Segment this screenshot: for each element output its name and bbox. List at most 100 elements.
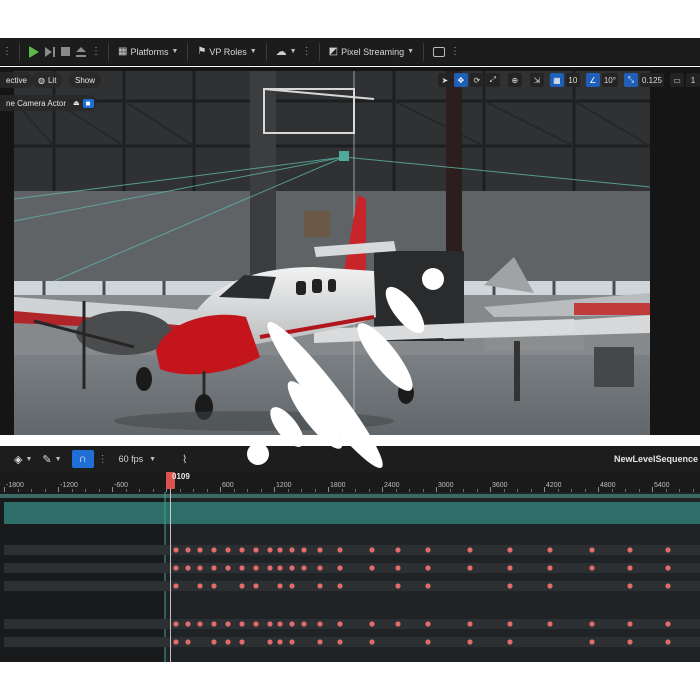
platforms-dropdown[interactable]: ▦ Platforms ▼ <box>115 42 181 62</box>
keyframe[interactable] <box>185 565 191 571</box>
keyframe[interactable] <box>239 565 245 571</box>
keyframe[interactable] <box>369 639 375 645</box>
fps-dropdown[interactable]: 60 fps <box>119 454 144 464</box>
keyframe[interactable] <box>317 639 323 645</box>
grid-snap-value[interactable]: 10 <box>565 73 580 87</box>
keyframe[interactable] <box>301 565 307 571</box>
keyframe[interactable] <box>253 547 259 553</box>
scale-snap-value[interactable]: 0.125 <box>639 73 664 87</box>
play-button[interactable] <box>26 42 42 62</box>
keyframe[interactable] <box>395 583 401 589</box>
rotate-mode-icon[interactable]: ⟳ <box>469 73 484 87</box>
eject-button[interactable] <box>73 42 89 62</box>
keyframe[interactable] <box>369 621 375 627</box>
rotation-snap-icon[interactable]: ∠ <box>585 73 600 87</box>
keyframe[interactable] <box>239 583 245 589</box>
keyframe[interactable] <box>197 621 203 627</box>
keyframe[interactable] <box>173 583 179 589</box>
vp-roles-dropdown[interactable]: ⚑ VP Roles ▼ <box>194 42 259 62</box>
gamepad-button[interactable] <box>430 42 448 62</box>
keyframe[interactable] <box>289 565 295 571</box>
keyframe[interactable] <box>289 639 295 645</box>
keyframe[interactable] <box>337 621 343 627</box>
keyframe[interactable] <box>317 583 323 589</box>
keyframe[interactable] <box>317 547 323 553</box>
keyframe[interactable] <box>337 565 343 571</box>
multi-user-options-menu[interactable]: ⋮ <box>300 46 313 57</box>
keyframe[interactable] <box>277 565 283 571</box>
keyframe[interactable] <box>337 639 343 645</box>
keyframe[interactable] <box>267 639 273 645</box>
keyframe[interactable] <box>665 583 671 589</box>
keyframe[interactable] <box>337 547 343 553</box>
keyframe[interactable] <box>253 583 259 589</box>
magnet-icon[interactable]: ∩ <box>71 450 94 468</box>
scale-snap-icon[interactable]: ⤡ <box>623 73 638 87</box>
keyframe[interactable] <box>627 565 633 571</box>
keyframe[interactable] <box>301 621 307 627</box>
keyframe[interactable] <box>665 639 671 645</box>
keyframe[interactable] <box>277 639 283 645</box>
keyframe[interactable] <box>225 547 231 553</box>
keyframe[interactable] <box>627 639 633 645</box>
keyframe[interactable] <box>507 565 513 571</box>
toolbar-overflow-left[interactable]: ⋮ <box>0 46 13 57</box>
time-ruler[interactable]: -1800-1200-60006001200180024003000360042… <box>0 472 700 492</box>
show-dropdown[interactable]: Show <box>69 72 102 88</box>
keyframe[interactable] <box>369 547 375 553</box>
translate-mode-icon[interactable]: ✥ <box>453 73 468 87</box>
keyframe[interactable] <box>197 565 203 571</box>
select-mode-icon[interactable]: ➤ <box>437 73 452 87</box>
keyframe[interactable] <box>425 639 431 645</box>
gamepad-options-menu[interactable]: ⋮ <box>448 46 461 57</box>
keyframe[interactable] <box>301 547 307 553</box>
keyframe[interactable] <box>277 583 283 589</box>
stop-button[interactable] <box>58 42 73 62</box>
eject-pilot-icon[interactable]: ⏏ <box>73 99 80 107</box>
surface-snap-icon[interactable]: ⇲ <box>529 73 544 87</box>
keyframe[interactable] <box>173 639 179 645</box>
keyframe[interactable] <box>289 547 295 553</box>
keyframe[interactable] <box>547 583 553 589</box>
perspective-dropdown[interactable]: ective <box>0 72 33 88</box>
keyframe[interactable] <box>211 547 217 553</box>
keyframe[interactable] <box>589 621 595 627</box>
keyframe[interactable] <box>225 565 231 571</box>
keyframe[interactable] <box>211 639 217 645</box>
keyframe[interactable] <box>395 565 401 571</box>
keyframe[interactable] <box>211 583 217 589</box>
keyframe[interactable] <box>507 547 513 553</box>
keyframe[interactable] <box>197 583 203 589</box>
snap-options-menu[interactable]: ⋮ <box>96 454 109 465</box>
keyframe[interactable] <box>507 583 513 589</box>
keyframe[interactable] <box>547 621 553 627</box>
chevron-down-icon[interactable]: ▼ <box>149 456 156 463</box>
camera-speed-value[interactable]: 1 <box>686 73 700 87</box>
pilot-actor-bar[interactable]: ne Camera Actor ⏏ ■ <box>0 95 97 111</box>
keyframe[interactable] <box>589 547 595 553</box>
keyframe[interactable] <box>317 621 323 627</box>
keyframe[interactable] <box>467 547 473 553</box>
keyframe[interactable] <box>507 639 513 645</box>
keyframe[interactable] <box>267 547 273 553</box>
keyframe[interactable] <box>225 639 231 645</box>
add-key-icon[interactable]: ◈ <box>14 453 22 466</box>
play-options-menu[interactable]: ⋮ <box>89 46 102 57</box>
keyframe[interactable] <box>173 565 179 571</box>
keyframe[interactable] <box>467 639 473 645</box>
keyframe[interactable] <box>627 583 633 589</box>
keyframe[interactable] <box>267 565 273 571</box>
keyframe[interactable] <box>277 621 283 627</box>
keyframe[interactable] <box>467 621 473 627</box>
keyframe[interactable] <box>239 547 245 553</box>
camera-speed-icon[interactable]: ▭ <box>670 73 684 87</box>
keyframe[interactable] <box>185 621 191 627</box>
grid-snap-icon[interactable]: ▦ <box>549 73 564 87</box>
keyframe[interactable] <box>425 565 431 571</box>
keyframe[interactable] <box>467 565 473 571</box>
keyframe[interactable] <box>173 621 179 627</box>
sequencer-timeline[interactable]: -1800-1200-60006001200180024003000360042… <box>0 472 700 662</box>
keyframe[interactable] <box>627 547 633 553</box>
chevron-down-icon[interactable]: ▼ <box>25 456 32 463</box>
world-space-icon[interactable]: ⊕ <box>507 73 522 87</box>
